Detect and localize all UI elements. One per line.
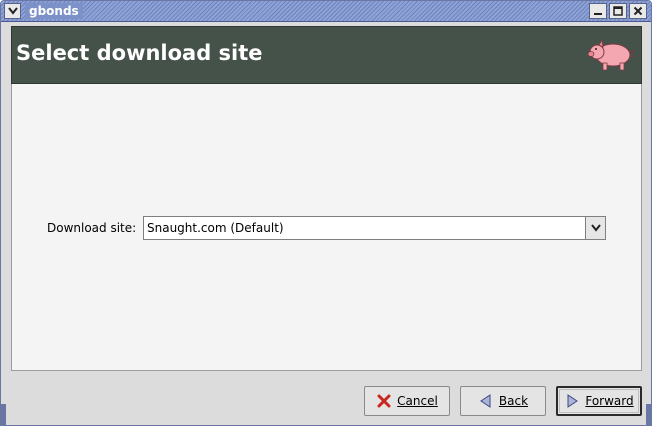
download-site-label: Download site: — [47, 221, 137, 235]
cancel-button[interactable]: Cancel — [364, 386, 450, 416]
window-menu-button[interactable] — [4, 3, 21, 19]
download-site-value: Snaught.com (Default) — [147, 221, 284, 235]
window-edge-right — [646, 404, 651, 425]
wizard-header: Select download site — [11, 26, 642, 84]
maximize-button[interactable] — [609, 3, 627, 19]
minimize-icon — [594, 13, 602, 15]
chevron-down-icon — [7, 7, 18, 15]
forward-arrow-icon — [564, 393, 580, 409]
page-title: Select download site — [16, 41, 263, 65]
chevron-down-icon — [590, 224, 601, 232]
back-label: Back — [498, 394, 529, 408]
close-button[interactable] — [629, 3, 647, 19]
close-icon — [633, 6, 643, 16]
forward-button[interactable]: Forward — [556, 386, 642, 416]
minimize-button[interactable] — [589, 3, 607, 19]
maximize-icon — [613, 6, 623, 16]
title-bar[interactable]: gbonds — [1, 1, 651, 22]
download-site-combo[interactable]: Snaught.com (Default) — [143, 216, 606, 240]
back-button[interactable]: Back — [460, 386, 546, 416]
back-arrow-icon — [478, 393, 494, 409]
forward-label: Forward — [585, 394, 634, 408]
cancel-label: Cancel — [397, 394, 438, 408]
pig-icon — [587, 38, 636, 71]
combo-dropdown-button[interactable] — [585, 217, 605, 239]
window-title: gbonds — [25, 3, 83, 19]
app-window: gbonds Select download site Download sit… — [0, 0, 652, 426]
window-edge-left — [1, 404, 6, 425]
cancel-icon — [376, 393, 392, 409]
